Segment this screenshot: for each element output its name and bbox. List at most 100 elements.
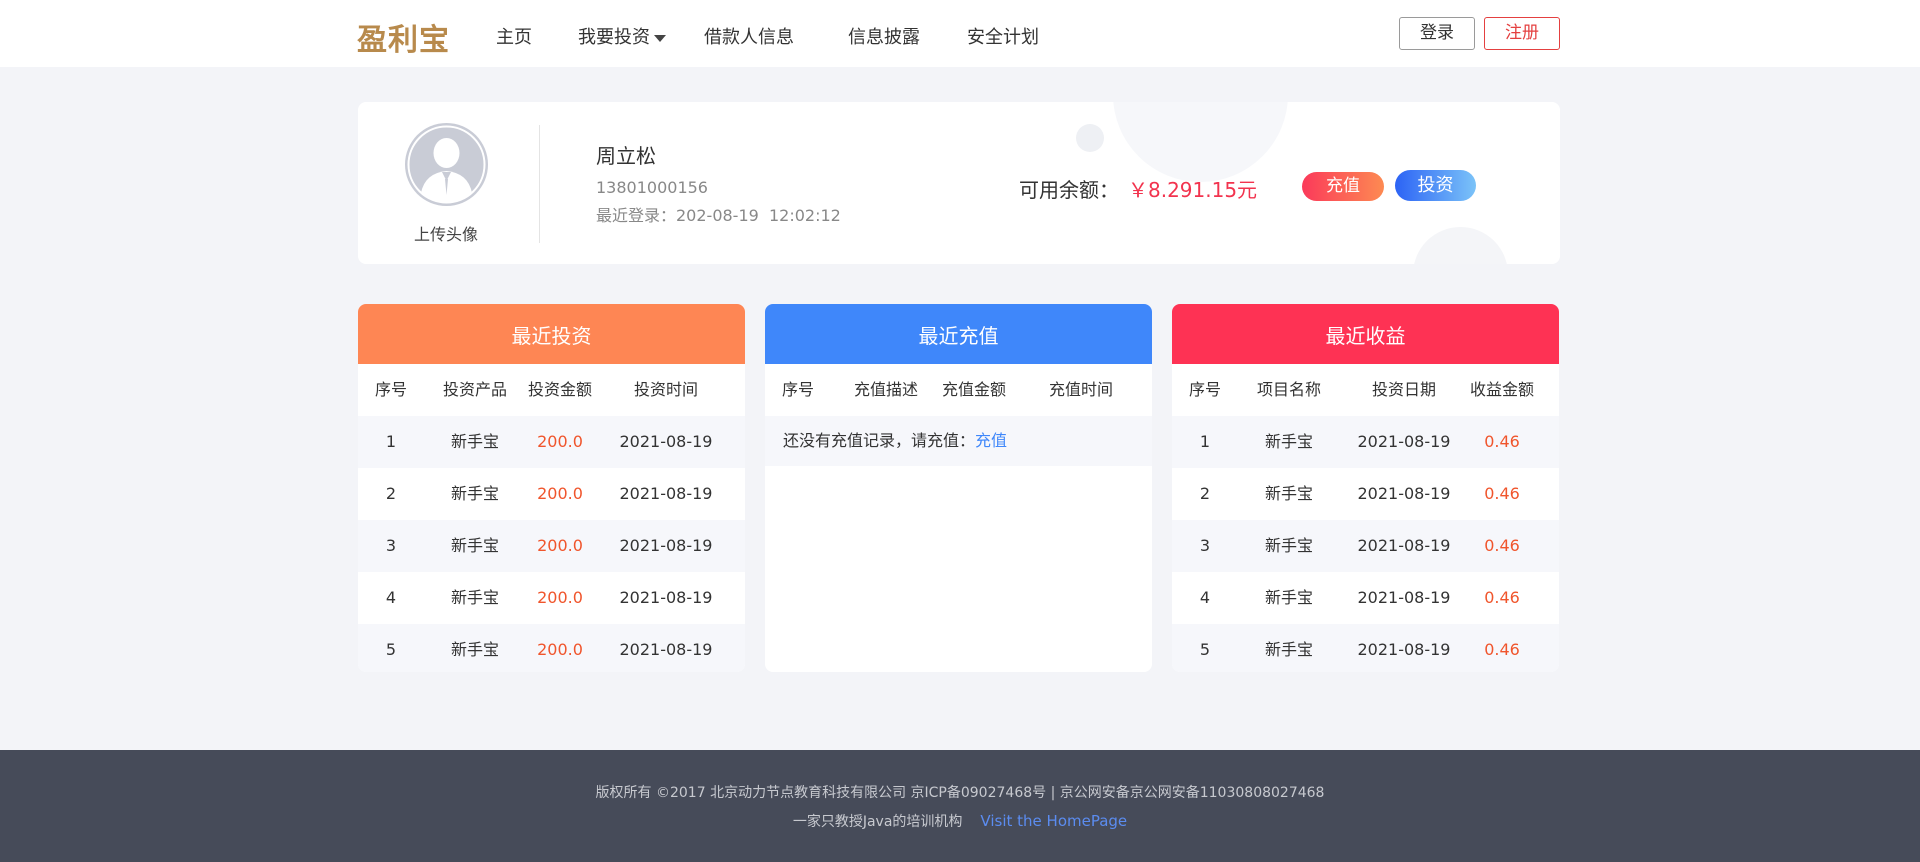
column-header: 投资日期 xyxy=(1371,380,1436,399)
row-index: 2 xyxy=(1199,484,1211,503)
column-header: 投资时间 xyxy=(633,380,698,399)
empty-text: 还没有充值记录，请充值： xyxy=(783,431,976,450)
footer-tagline: 一家只教授Java的培训机构 xyxy=(792,814,963,830)
row-index: 1 xyxy=(385,432,397,451)
column-header: 序号 xyxy=(374,380,407,399)
table-row: 5 新手宝 2021-08-19 0.46 xyxy=(1172,624,1559,672)
balance-label: 可用余额： xyxy=(1019,178,1119,202)
row-index: 1 xyxy=(1199,432,1211,451)
invest-amount: 200.0 xyxy=(537,640,583,659)
page-footer: 版权所有 ©2017 北京动力节点教育科技有限公司 京ICP备09027468号… xyxy=(0,750,1920,862)
income-amount: 0.46 xyxy=(1484,432,1520,451)
vertical-divider xyxy=(539,125,540,243)
invest-amount: 200.0 xyxy=(537,432,583,451)
invest-date: 2021-08-19 xyxy=(619,484,713,503)
table-row: 1 新手宝 2021-08-19 0.46 xyxy=(1172,416,1559,468)
nav-disclosure[interactable]: 信息披露 xyxy=(848,23,920,49)
invest-date: 2021-08-19 xyxy=(1357,588,1451,607)
table-header: 序号 项目名称 投资日期 收益金额 xyxy=(1172,364,1559,416)
homepage-link[interactable]: Visit the HomePage xyxy=(980,812,1127,830)
invest-amount: 200.0 xyxy=(537,536,583,555)
copyright-text: 版权所有 ©2017 北京动力节点教育科技有限公司 京ICP备09027468号… xyxy=(595,785,1325,801)
product-name: 新手宝 xyxy=(450,536,499,555)
user-name: 周立松 xyxy=(596,144,656,168)
nav-invest-label: 我要投资 xyxy=(578,27,650,48)
table-row: 5 新手宝 200.0 2021-08-19 xyxy=(358,624,745,672)
recent-income-panel: 最近收益 序号 项目名称 投资日期 收益金额 1 新手宝 2021-08-19 … xyxy=(1172,304,1559,672)
project-name: 新手宝 xyxy=(1264,484,1313,503)
empty-recharge-message: 还没有充值记录，请充值：充值 xyxy=(765,416,1152,466)
user-phone: 13801000156 xyxy=(596,178,708,197)
register-button[interactable]: 注册 xyxy=(1484,17,1560,50)
table-row: 2 新手宝 200.0 2021-08-19 xyxy=(358,468,745,520)
income-amount: 0.46 xyxy=(1484,484,1520,503)
site-logo[interactable]: 盈利宝 xyxy=(357,15,450,58)
project-name: 新手宝 xyxy=(1264,536,1313,555)
recent-recharges-panel: 最近充值 序号 充值描述 充值金额 充值时间 还没有充值记录，请充值：充值 xyxy=(765,304,1152,672)
column-header: 投资产品 xyxy=(442,380,507,399)
column-header: 充值描述 xyxy=(853,380,918,399)
invest-button[interactable]: 投资 xyxy=(1395,170,1476,201)
invest-date: 2021-08-19 xyxy=(619,432,713,451)
product-name: 新手宝 xyxy=(450,640,499,659)
login-button[interactable]: 登录 xyxy=(1399,17,1475,50)
panel-title: 最近投资 xyxy=(358,304,745,364)
row-index: 4 xyxy=(1199,588,1211,607)
invest-date: 2021-08-19 xyxy=(619,640,713,659)
user-info-card: 上传头像 周立松 13801000156 最近登录：202-08-19 12:0… xyxy=(358,102,1560,264)
product-name: 新手宝 xyxy=(450,432,499,451)
column-header: 序号 xyxy=(1188,380,1221,399)
table-row: 3 新手宝 2021-08-19 0.46 xyxy=(1172,520,1559,572)
column-header: 充值金额 xyxy=(941,380,1006,399)
panel-title: 最近收益 xyxy=(1172,304,1559,364)
column-header: 投资金额 xyxy=(527,380,592,399)
footer-tagline-row: 一家只教授Java的培训机构 Visit the HomePage xyxy=(0,811,1920,831)
row-index: 2 xyxy=(385,484,397,503)
invest-date: 2021-08-19 xyxy=(619,588,713,607)
invest-amount: 200.0 xyxy=(537,588,583,607)
top-header: 盈利宝 主页 我要投资 借款人信息 信息披露 安全计划 登录 注册 xyxy=(0,0,1920,67)
decorative-circle xyxy=(1113,102,1288,182)
avatar[interactable] xyxy=(405,123,488,206)
upload-avatar-link[interactable]: 上传头像 xyxy=(396,221,496,245)
row-index: 3 xyxy=(385,536,397,555)
recharge-link[interactable]: 充值 xyxy=(975,431,1007,450)
nav-borrower-info[interactable]: 借款人信息 xyxy=(704,23,794,49)
panel-title: 最近充值 xyxy=(765,304,1152,364)
table-header: 序号 充值描述 充值金额 充值时间 xyxy=(765,364,1152,416)
balance-value: ￥8.291.15元 xyxy=(1128,178,1258,202)
project-name: 新手宝 xyxy=(1264,588,1313,607)
invest-date: 2021-08-19 xyxy=(1357,536,1451,555)
chevron-down-icon xyxy=(654,34,666,42)
row-index: 3 xyxy=(1199,536,1211,555)
invest-date: 2021-08-19 xyxy=(1357,432,1451,451)
column-header: 项目名称 xyxy=(1256,380,1321,399)
row-index: 4 xyxy=(385,588,397,607)
table-row: 4 新手宝 2021-08-19 0.46 xyxy=(1172,572,1559,624)
table-row: 4 新手宝 200.0 2021-08-19 xyxy=(358,572,745,624)
column-header: 收益金额 xyxy=(1469,380,1534,399)
row-index: 5 xyxy=(385,640,397,659)
invest-date: 2021-08-19 xyxy=(1357,640,1451,659)
nav-home[interactable]: 主页 xyxy=(496,23,532,49)
income-amount: 0.46 xyxy=(1484,536,1520,555)
table-header: 序号 投资产品 投资金额 投资时间 xyxy=(358,364,745,416)
recharge-button[interactable]: 充值 xyxy=(1302,172,1384,201)
project-name: 新手宝 xyxy=(1264,640,1313,659)
product-name: 新手宝 xyxy=(450,484,499,503)
recent-investments-panel: 最近投资 序号 投资产品 投资金额 投资时间 1 新手宝 200.0 2021-… xyxy=(358,304,745,672)
invest-date: 2021-08-19 xyxy=(1357,484,1451,503)
table-row: 3 新手宝 200.0 2021-08-19 xyxy=(358,520,745,572)
table-row: 1 新手宝 200.0 2021-08-19 xyxy=(358,416,745,468)
user-silhouette-icon xyxy=(407,125,486,204)
project-name: 新手宝 xyxy=(1264,432,1313,451)
decorative-circle xyxy=(1413,227,1508,264)
invest-date: 2021-08-19 xyxy=(619,536,713,555)
nav-security-plan[interactable]: 安全计划 xyxy=(967,23,1039,49)
table-row: 2 新手宝 2021-08-19 0.46 xyxy=(1172,468,1559,520)
last-login-time: 最近登录：202-08-19 12:02:12 xyxy=(596,206,841,225)
row-index: 5 xyxy=(1199,640,1211,659)
column-header: 序号 xyxy=(781,380,814,399)
product-name: 新手宝 xyxy=(450,588,499,607)
nav-invest[interactable]: 我要投资 xyxy=(578,23,666,49)
